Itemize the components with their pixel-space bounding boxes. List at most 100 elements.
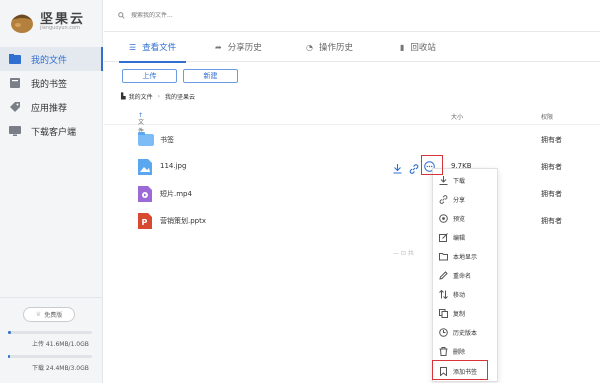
table-row[interactable]: P 营销策划.pptx 拥有者 — [104, 207, 600, 234]
menu-item-show-local[interactable]: 本地显示 — [433, 247, 499, 266]
list-end-note: — ⊡ 共 — [393, 250, 414, 257]
file-name[interactable]: 书签 — [160, 135, 174, 145]
sidebar-nav: 我的文件 我的书签 应用推荐 下载客户端 — [0, 47, 103, 143]
header-permission: 权限 — [541, 114, 554, 121]
tab-view-files[interactable]: ☰ 查看文件 — [118, 32, 187, 63]
breadcrumb-separator: › — [157, 93, 161, 100]
sidebar-item-apps[interactable]: 应用推荐 — [0, 95, 103, 119]
menu-item-move[interactable]: 移动 — [433, 285, 499, 304]
menu-item-label: 移动 — [453, 292, 466, 299]
sidebar-item-download-client[interactable]: 下载客户端 — [0, 119, 103, 143]
search-bar[interactable] — [118, 9, 318, 21]
tab-bar: ☰ 查看文件 ➦ 分享历史 ◔ 操作历史 ▮ 回收站 — [104, 32, 600, 63]
file-name[interactable]: 114.jpg — [160, 162, 186, 170]
table-row[interactable]: 书签 拥有者 — [104, 126, 600, 153]
menu-item-label: 重命名 — [453, 273, 472, 280]
share-icon: ➦ — [215, 42, 222, 52]
plan-label: 免费版 — [44, 312, 63, 319]
video-file-icon — [138, 186, 152, 202]
table-row[interactable]: 短片.mp4 拥有者 — [104, 180, 600, 207]
menu-item-label: 预览 — [453, 216, 466, 223]
copy-icon — [438, 309, 448, 318]
breadcrumb: ▙ 我的文件 › 我的坚果云 — [121, 92, 195, 101]
tab-label: 操作历史 — [318, 43, 353, 53]
menu-item-delete[interactable]: 删除 — [433, 342, 499, 361]
file-permission: 拥有者 — [541, 136, 562, 144]
sidebar-item-label: 应用推荐 — [31, 103, 68, 114]
breadcrumb-root[interactable]: 我的文件 — [129, 92, 153, 101]
file-permission: 拥有者 — [541, 190, 562, 198]
tag-icon — [10, 102, 20, 112]
sidebar-item-label: 下载客户端 — [31, 127, 77, 138]
sidebar-item-label: 我的书签 — [31, 79, 68, 90]
menu-item-label: 历史版本 — [453, 330, 478, 337]
clock-icon — [438, 328, 448, 337]
edit-icon — [438, 233, 448, 242]
bookmark-icon — [10, 78, 20, 88]
row-download-action[interactable] — [393, 159, 402, 178]
menu-item-label: 下载 — [453, 178, 466, 185]
svg-text:P: P — [142, 218, 148, 227]
link-icon — [439, 195, 447, 204]
search-icon — [118, 11, 125, 19]
breadcrumb-current[interactable]: 我的坚果云 — [165, 92, 195, 101]
menu-item-preview[interactable]: 预览 — [433, 209, 499, 228]
ppt-file-icon: P — [138, 213, 152, 229]
folder-icon — [138, 132, 154, 146]
more-button-highlight — [421, 155, 443, 175]
download-quota-bar — [8, 355, 92, 358]
tab-share-history[interactable]: ➦ 分享历史 — [215, 32, 262, 62]
row-share-action[interactable] — [409, 159, 419, 178]
logo[interactable]: 坚果云 jianguoyun.com — [8, 5, 100, 37]
plan-badge[interactable]: ♕ 免费版 — [23, 307, 75, 322]
menu-item-edit[interactable]: 编辑 — [433, 228, 499, 247]
history-icon: ◔ — [306, 42, 313, 52]
sidebar-item-my-files[interactable]: 我的文件 — [0, 47, 103, 71]
crown-icon: ♕ — [35, 311, 42, 318]
file-permission: 拥有者 — [541, 217, 562, 225]
upload-quota-text: 上传 41.6MB/1.0GB — [32, 341, 89, 348]
header-name[interactable]: 文件名 ↑ — [138, 112, 144, 144]
menu-item-history[interactable]: 历史版本 — [433, 323, 499, 342]
delete-icon — [439, 347, 447, 356]
context-menu: 下载 分享 预览 编辑 本地显示 重命名 移动 复制 历史版本 删除 添加书签 — [432, 168, 498, 382]
sidebar: 坚果云 jianguoyun.com 我的文件 我的书签 应用推荐 下载客户端 … — [0, 0, 103, 383]
tab-operation-history[interactable]: ◔ 操作历史 — [306, 32, 353, 62]
file-name[interactable]: 营销策划.pptx — [160, 216, 206, 226]
folder-open-icon — [438, 253, 448, 261]
list-icon: ☰ — [129, 42, 137, 52]
menu-item-copy[interactable]: 复制 — [433, 304, 499, 323]
tab-label: 分享历史 — [227, 43, 262, 53]
search-input[interactable] — [131, 11, 311, 19]
preview-icon — [438, 214, 448, 223]
menu-item-label: 本地显示 — [453, 254, 478, 261]
folder-icon — [9, 54, 21, 64]
trash-icon: ▮ — [400, 42, 405, 52]
menu-item-label: 分享 — [453, 197, 466, 204]
header-size[interactable]: 大小 — [451, 112, 463, 121]
tab-label: 回收站 — [410, 43, 436, 53]
file-name[interactable]: 短片.mp4 — [160, 189, 192, 199]
home-icon: ▙ — [121, 93, 126, 100]
image-file-icon — [138, 159, 152, 175]
tab-recycle-bin[interactable]: ▮ 回收站 — [400, 32, 436, 62]
menu-item-share[interactable]: 分享 — [433, 190, 499, 209]
upload-button[interactable]: 上传 — [122, 69, 177, 83]
upload-quota-fill — [8, 331, 12, 334]
table-row[interactable]: 114.jpg 9.7KB 拥有者 — [104, 153, 600, 180]
file-table-header: 文件名 ↑ 大小 权限 — [104, 107, 600, 144]
sidebar-item-label: 我的文件 — [31, 55, 68, 66]
sidebar-item-bookmarks[interactable]: 我的书签 — [0, 71, 103, 95]
add-bookmark-highlight — [432, 360, 488, 380]
quota-panel: ♕ 免费版 上传 41.6MB/1.0GB 下载 24.4MB/3.0GB — [0, 297, 103, 383]
move-icon — [438, 290, 448, 299]
menu-item-label: 编辑 — [453, 235, 466, 242]
menu-item-rename[interactable]: 重命名 — [433, 266, 499, 285]
menu-item-label: 复制 — [453, 311, 466, 318]
menu-item-label: 删除 — [453, 349, 466, 356]
link-icon — [409, 164, 419, 174]
new-button[interactable]: 新建 — [183, 69, 238, 83]
file-permission: 拥有者 — [541, 163, 562, 171]
upload-quota-bar — [8, 331, 92, 334]
nut-logo-icon — [11, 14, 33, 33]
